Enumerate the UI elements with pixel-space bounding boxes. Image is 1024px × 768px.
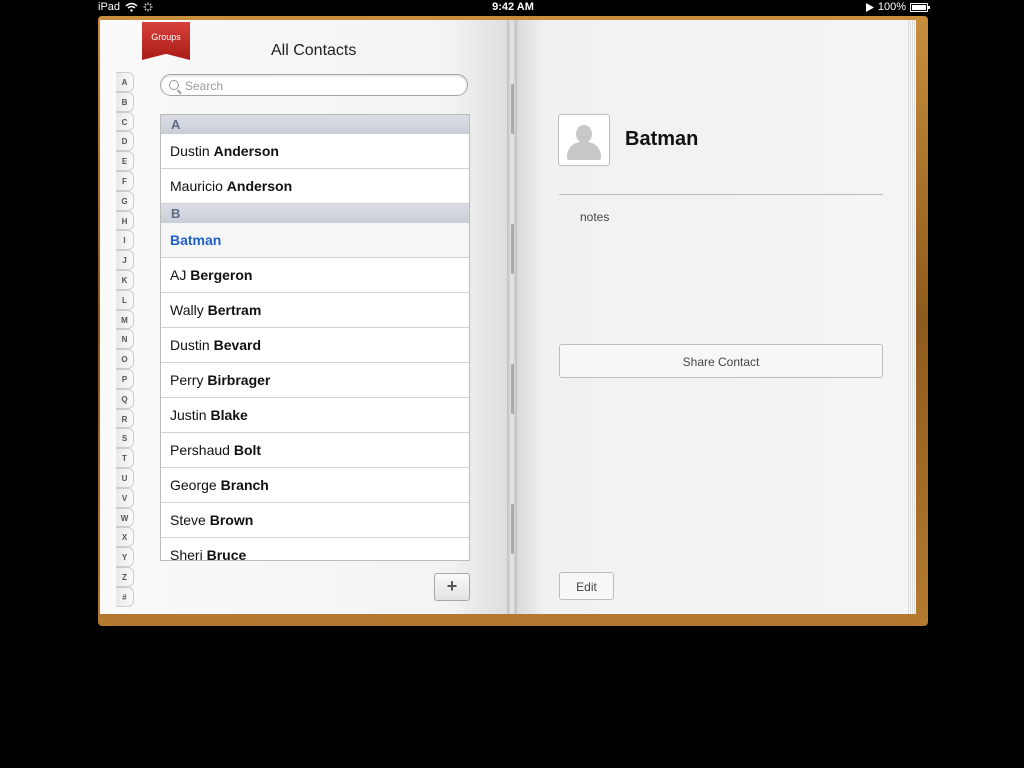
contact-first-name: Perry (170, 372, 204, 388)
contact-last-name: Bertram (207, 302, 262, 318)
index-letter[interactable]: N (116, 329, 134, 350)
index-letter[interactable]: O (116, 349, 134, 369)
contact-row[interactable]: AJ Bergeron (161, 258, 469, 293)
add-contact-button[interactable]: + (434, 573, 470, 601)
contact-first-name: Dustin (170, 337, 210, 353)
search-icon (169, 80, 179, 90)
contact-last-name: Bolt (233, 442, 262, 458)
index-letter[interactable]: M (116, 309, 134, 330)
contact-row[interactable]: Batman (161, 223, 469, 258)
edit-button[interactable]: Edit (559, 572, 614, 600)
contact-first-name: Wally (170, 302, 204, 318)
search-field[interactable] (160, 74, 468, 96)
search-input[interactable] (183, 77, 457, 95)
contact-row[interactable]: Mauricio Anderson (161, 169, 469, 204)
page-title: All Contacts (271, 42, 357, 59)
index-letter[interactable]: G (116, 190, 134, 211)
battery-percent: 100% (877, 1, 906, 13)
contact-row[interactable]: George Branch (161, 468, 469, 503)
contact-first-name: Justin (170, 407, 207, 423)
spine-ring (511, 84, 514, 134)
index-letter[interactable]: H (116, 210, 134, 231)
alphabet-index[interactable]: A B C D E F G H I J K L M N O P Q R S T U V W X Y Z # (116, 72, 134, 607)
contact-first-name: George (170, 477, 217, 493)
contact-name: Batman (625, 128, 699, 150)
index-letter[interactable]: J (116, 250, 134, 270)
contact-row[interactable]: Perry Birbrager (161, 363, 469, 398)
contact-first-name: Mauricio (170, 178, 223, 194)
index-letter[interactable]: # (116, 586, 134, 607)
index-letter[interactable]: C (116, 111, 134, 132)
contact-row[interactable]: Wally Bertram (161, 293, 469, 328)
section-header: A (161, 115, 469, 134)
contact-last-name: Birbrager (207, 372, 271, 388)
index-letter[interactable]: F (116, 170, 134, 191)
contact-first-name: Pershaud (170, 442, 230, 458)
spine-ring (511, 224, 514, 274)
index-letter[interactable]: R (116, 408, 134, 429)
index-letter[interactable]: Z (116, 566, 134, 587)
index-letter[interactable]: P (116, 368, 134, 389)
index-letter[interactable]: B (116, 91, 134, 112)
contact-row[interactable]: Steve Brown (161, 503, 469, 538)
spine-ring (511, 504, 514, 554)
book-frame: Groups All Contacts ABCDEFGHIJKLMNOPQRST… (96, 14, 930, 626)
index-letter[interactable]: K (116, 269, 134, 290)
contact-row[interactable]: Dustin Anderson (161, 134, 469, 169)
notes-label[interactable]: notes (580, 210, 609, 224)
index-letter[interactable]: V (116, 487, 134, 508)
section-header: B (161, 204, 469, 223)
battery-icon (910, 2, 930, 12)
contact-first-name: Steve (170, 512, 206, 528)
contact-row[interactable]: Dustin Bevard (161, 328, 469, 363)
contact-last-name: Batman (170, 232, 222, 248)
contact-row[interactable]: Pershaud Bolt (161, 433, 469, 468)
index-letter[interactable]: X (116, 527, 134, 548)
index-letter[interactable]: S (116, 428, 134, 449)
status-bar: iPad 9:42 AM 100% (96, 0, 930, 14)
index-letter[interactable]: A (116, 72, 134, 92)
contact-last-name: Bruce (206, 547, 247, 561)
contact-row[interactable]: Justin Blake (161, 398, 469, 433)
index-letter[interactable]: L (116, 289, 134, 310)
contact-last-name: Brown (209, 512, 254, 528)
contact-first-name: AJ (170, 267, 187, 283)
contact-last-name: Anderson (213, 143, 279, 159)
index-letter[interactable]: W (116, 507, 134, 528)
contact-last-name: Blake (210, 407, 248, 423)
contacts-list[interactable]: A Dustin Anderson Mauricio Anderson B Batman… (160, 114, 470, 561)
index-letter[interactable]: E (116, 151, 134, 171)
page-edges (908, 20, 916, 614)
index-letter[interactable]: I (116, 230, 134, 251)
contact-row[interactable]: Sheri Bruce (161, 538, 469, 561)
index-letter[interactable]: Y (116, 547, 134, 567)
index-letter[interactable]: U (116, 467, 134, 488)
index-letter[interactable]: D (116, 131, 134, 152)
contact-last-name: Branch (220, 477, 269, 493)
avatar-placeholder-icon[interactable] (558, 114, 610, 166)
index-letter[interactable]: Q (116, 388, 134, 409)
share-contact-button[interactable]: Share Contact (559, 344, 883, 378)
index-letter[interactable]: T (116, 448, 134, 468)
contact-first-name: Sheri (170, 547, 203, 561)
divider (559, 194, 883, 195)
play-icon (865, 2, 874, 12)
contact-detail-page (512, 20, 916, 614)
status-time: 9:42 AM (492, 1, 534, 13)
contact-last-name: Bergeron (190, 267, 253, 283)
contact-last-name: Anderson (226, 178, 293, 194)
contact-first-name: Dustin (170, 143, 210, 159)
spine-ring (511, 364, 514, 414)
contact-last-name: Bevard (213, 337, 262, 353)
